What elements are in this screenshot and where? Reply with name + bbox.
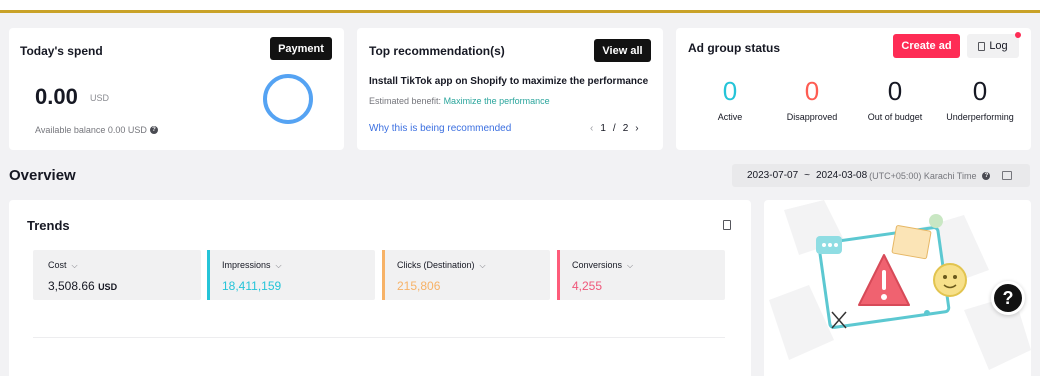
log-doc-icon [978, 41, 986, 51]
trends-title: Trends [27, 218, 70, 233]
payment-button[interactable]: Payment [270, 37, 332, 60]
metric-clicks-label: Clicks (Destination) ⌵ [397, 260, 486, 270]
log-notification-dot [1015, 32, 1021, 38]
status-underperforming-count: 0 [972, 76, 988, 106]
available-balance: Available balance 0.00 USD ? [35, 125, 158, 135]
status-active-count: 0 [722, 76, 738, 106]
date-start: 2023-07-07 [747, 170, 799, 181]
spend-unit: USD [90, 93, 110, 103]
metric-clicks-accent [382, 250, 385, 300]
metric-impressions-value: 18,411,159 [222, 279, 282, 293]
metric-conversions-accent [557, 250, 560, 300]
log-button[interactable]: Log [967, 34, 1019, 58]
status-active[interactable]: 0 Active [690, 76, 770, 122]
recommendation-title: Top recommendation(s) [369, 44, 505, 58]
help-button[interactable]: ? [991, 281, 1025, 315]
status-out-of-budget-label: Out of budget [867, 112, 923, 122]
chevron-down-icon: ⌵ [627, 261, 634, 270]
date-range-picker[interactable]: 2023-07-07 ~ 2024-03-08 (UTC+05:00) Kara… [732, 164, 1030, 187]
status-underperforming-label: Underperforming [946, 112, 1014, 122]
estimated-benefit: Estimated benefit: Maximize the performa… [369, 96, 550, 106]
spend-ring-chart [263, 74, 313, 124]
metric-cost-label: Cost ⌵ [48, 260, 78, 270]
status-out-of-budget[interactable]: 0 Out of budget [855, 76, 935, 122]
metric-impressions[interactable]: Impressions ⌵ 18,411,159 [207, 250, 375, 300]
chevron-down-icon: ⌵ [71, 261, 78, 270]
ad-group-status-title: Ad group status [688, 41, 780, 55]
timezone-label: (UTC+05:00) Karachi Time [869, 170, 977, 181]
status-underperforming[interactable]: 0 Underperforming [940, 76, 1020, 122]
export-doc-icon[interactable] [723, 220, 731, 230]
metric-conversions-value: 4,255 [572, 279, 603, 293]
calendar-icon[interactable] [1002, 171, 1013, 180]
trends-chart-baseline [33, 337, 725, 338]
chevron-down-icon: ⌵ [479, 261, 486, 270]
prev-arrow-icon[interactable]: ‹ [590, 123, 593, 134]
page-separator: / [612, 123, 616, 134]
available-balance-text: Available balance 0.00 USD [35, 125, 147, 135]
top-accent-bar [0, 0, 1040, 13]
page-total: 2 [622, 123, 629, 134]
metric-cost-value: 3,508.66 USD [48, 279, 118, 293]
metric-conversions[interactable]: Conversions ⌵ 4,255 [557, 250, 725, 300]
status-out-of-budget-count: 0 [887, 76, 903, 106]
page-current: 1 [600, 123, 606, 134]
why-recommended-link[interactable]: Why this is being recommended [369, 123, 511, 134]
create-ad-button[interactable]: Create ad [893, 34, 960, 58]
metric-impressions-accent [207, 250, 210, 300]
next-arrow-icon[interactable]: › [635, 123, 638, 134]
metric-impressions-label: Impressions ⌵ [222, 260, 282, 270]
status-active-label: Active [717, 112, 743, 122]
recommendation-text: Install TikTok app on Shopify to maximiz… [369, 76, 649, 87]
log-label: Log [989, 40, 1008, 52]
overview-title: Overview [9, 167, 76, 184]
recommendation-pager: ‹ 1 / 2 › [590, 123, 639, 134]
status-disapproved[interactable]: 0 Disapproved [772, 76, 852, 122]
spend-value: 0.00 [35, 84, 78, 109]
metric-conversions-label: Conversions ⌵ [572, 260, 634, 270]
metric-clicks-value: 215,806 [397, 279, 441, 293]
chevron-down-icon: ⌵ [275, 261, 282, 270]
metric-cost[interactable]: Cost ⌵ 3,508.66 USD [33, 250, 201, 300]
metric-clicks[interactable]: Clicks (Destination) ⌵ 215,806 [382, 250, 550, 300]
question-icon[interactable]: ? [149, 126, 158, 134]
illustration-panel [764, 200, 1031, 376]
date-end: 2024-03-08 [816, 170, 868, 181]
benefit-label: Estimated benefit: [369, 96, 442, 106]
todays-spend-title: Today's spend [20, 44, 103, 58]
status-disapproved-count: 0 [804, 76, 820, 106]
status-disapproved-label: Disapproved [786, 112, 838, 122]
warning-illustration [769, 200, 1031, 370]
view-all-button[interactable]: View all [594, 39, 651, 62]
benefit-value: Maximize the performance [443, 96, 550, 106]
timezone-info-icon[interactable]: ? [982, 171, 991, 180]
date-separator: ~ [804, 170, 810, 181]
